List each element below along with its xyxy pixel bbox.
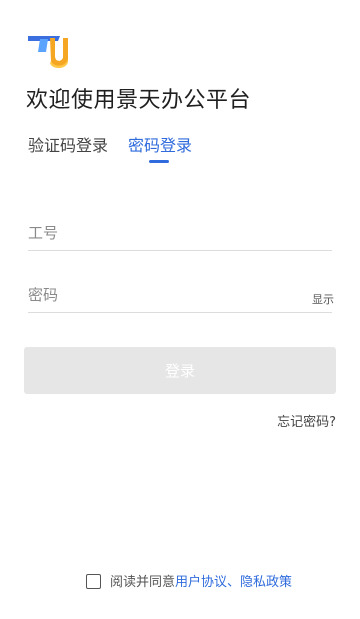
password-input[interactable] <box>28 280 288 310</box>
show-password-toggle[interactable]: 显示 <box>312 291 334 307</box>
forgot-password-link[interactable]: 忘记密码? <box>277 411 336 430</box>
password-field: 显示 <box>28 280 334 313</box>
employee-id-input[interactable] <box>28 218 288 248</box>
app-logo <box>26 30 70 70</box>
tu-logo-icon <box>28 36 68 69</box>
login-button[interactable]: 登录 <box>24 347 336 394</box>
agreement-separator: 、 <box>227 575 241 590</box>
user-agreement-link[interactable]: 用户协议 <box>175 575 227 590</box>
privacy-policy-link[interactable]: 隐私政策 <box>240 575 292 590</box>
agreement-prefix: 阅读并同意 <box>110 575 176 590</box>
agreement-text: 阅读并同意用户协议、隐私政策 <box>110 573 292 593</box>
employee-id-field <box>28 218 332 251</box>
agreement-checkbox[interactable] <box>86 574 101 589</box>
tab-sms-code-login[interactable]: 验证码登录 <box>28 135 108 157</box>
tab-password-login[interactable]: 密码登录 <box>128 135 192 157</box>
active-tab-indicator <box>149 160 169 163</box>
page-title: 欢迎使用景天办公平台 <box>26 88 252 113</box>
